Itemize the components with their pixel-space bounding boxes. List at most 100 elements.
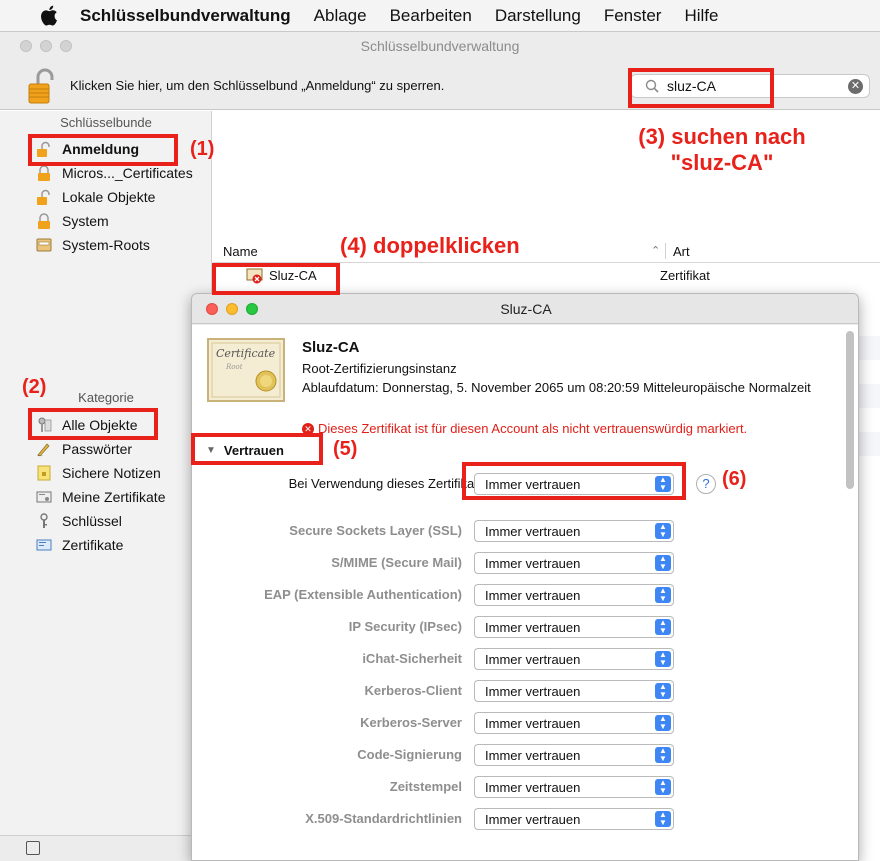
sidebar-item-label: System	[62, 213, 109, 229]
locked-padlock-icon	[36, 165, 52, 181]
lock-message[interactable]: Klicken Sie hier, um den Schlüsselbund „…	[70, 78, 444, 93]
toggle-info-button[interactable]	[26, 841, 40, 855]
policy-popup-timestamp[interactable]: Immer vertrauen ▲ ▼	[474, 776, 674, 798]
sidebar-item-label: Sichere Notizen	[62, 465, 161, 481]
trust-main-label: Bei Verwendung dieses Zertifikats:	[288, 476, 488, 491]
sidebar-item-label: System-Roots	[62, 237, 150, 253]
column-header-name[interactable]: Name	[223, 244, 258, 259]
untrusted-warning: ✕ Dieses Zertifikat ist für diesen Accou…	[302, 421, 747, 436]
policy-label-smime: S/MIME (Secure Mail)	[331, 555, 462, 570]
annotation-label-5: (5)	[333, 438, 358, 460]
annotation-box-1	[28, 134, 178, 166]
sidebar-footer	[0, 835, 212, 861]
sidebar-item-passwoerter[interactable]: … Passwörter	[36, 438, 132, 460]
annotation-label-6: (6)	[722, 468, 747, 490]
policy-popup-ichat[interactable]: Immer vertrauen ▲ ▼	[474, 648, 674, 670]
annotation-box-5	[191, 433, 323, 465]
unlocked-padlock-icon	[36, 189, 52, 205]
stepper-icon: ▲ ▼	[655, 651, 671, 667]
column-separator	[665, 243, 666, 259]
policy-popup-kerberos-client[interactable]: Immer vertrauen ▲ ▼	[474, 680, 674, 702]
untrusted-warning-text: Dieses Zertifikat ist für diesen Account…	[318, 421, 748, 436]
row-kind: Zertifikat	[660, 268, 710, 283]
menu-app[interactable]: Schlüsselbundverwaltung	[80, 6, 291, 26]
dialog-body: Certificate Root Sluz-CA Root-Zertifizie…	[192, 325, 858, 860]
svg-text:…: …	[37, 452, 43, 457]
certificate-dialog: Sluz-CA Certificate Root Sluz-CA Root-Ze…	[191, 293, 859, 861]
stepper-icon: ▲ ▼	[655, 555, 671, 571]
clear-search-icon[interactable]: ✕	[848, 79, 863, 94]
popup-value: Immer vertrauen	[485, 716, 581, 731]
sidebar-item-schluessel[interactable]: Schlüssel	[36, 510, 122, 532]
sidebar-item-label: Micros..._Certificates	[62, 165, 193, 181]
locked-padlock-icon	[36, 213, 52, 229]
sidebar-item-label: Lokale Objekte	[62, 189, 156, 205]
scrollbar[interactable]	[846, 331, 854, 489]
policy-label-ichat: iChat-Sicherheit	[362, 651, 462, 666]
sidebar-item-system-roots[interactable]: System-Roots	[36, 234, 150, 256]
sidebar-item-label: Passwörter	[62, 441, 133, 457]
menu-hilfe[interactable]: Hilfe	[684, 6, 718, 26]
popup-value: Immer vertrauen	[485, 780, 581, 795]
popup-value: Immer vertrauen	[485, 684, 581, 699]
popup-value: Immer vertrauen	[485, 748, 581, 763]
stepper-icon: ▲ ▼	[655, 587, 671, 603]
policy-label-kerberos-client: Kerberos-Client	[364, 683, 462, 698]
stepper-icon: ▲ ▼	[655, 523, 671, 539]
policy-popup-eap[interactable]: Immer vertrauen ▲ ▼	[474, 584, 674, 606]
policy-label-timestamp: Zeitstempel	[389, 779, 462, 794]
annotation-label-1: (1)	[190, 138, 215, 160]
column-header-kind[interactable]: Art	[673, 244, 690, 259]
menu-bar: Schlüsselbundverwaltung Ablage Bearbeite…	[0, 0, 880, 32]
apple-icon[interactable]	[38, 5, 60, 27]
policy-label-kerberos-server: Kerberos-Server	[360, 715, 462, 730]
policy-label-ssl: Secure Sockets Layer (SSL)	[289, 523, 462, 538]
sidebar-item-lokale-objekte[interactable]: Lokale Objekte	[36, 186, 155, 208]
sidebar-item-zertifikate[interactable]: Zertifikate	[36, 534, 123, 556]
annotation-box-3	[628, 68, 774, 108]
help-button[interactable]: ?	[696, 474, 716, 494]
certificate-name: Sluz-CA	[302, 339, 360, 356]
popup-value: Immer vertrauen	[485, 556, 581, 571]
stepper-icon: ▲ ▼	[655, 683, 671, 699]
sort-caret-icon: ⌃	[651, 245, 661, 257]
policy-popup-ssl[interactable]: Immer vertrauen ▲ ▼	[474, 520, 674, 542]
policy-popup-smime[interactable]: Immer vertrauen ▲ ▼	[474, 552, 674, 574]
certificate-type: Root-Zertifizierungsinstanz	[302, 361, 457, 376]
certificate-icon	[36, 489, 52, 505]
popup-value: Immer vertrauen	[485, 620, 581, 635]
keychains-header: Schlüsselbunde	[60, 115, 152, 130]
certificate-icon	[36, 537, 52, 553]
secure-note-icon	[36, 465, 52, 481]
unlocked-padlock-icon[interactable]	[28, 68, 58, 104]
dialog-titlebar: Sluz-CA	[192, 294, 858, 324]
policy-label-code-signing: Code-Signierung	[357, 747, 462, 762]
policy-label-eap: EAP (Extensible Authentication)	[264, 587, 462, 602]
stepper-icon: ▲ ▼	[655, 779, 671, 795]
sidebar-item-system[interactable]: System	[36, 210, 109, 232]
window-title: Schlüsselbundverwaltung	[360, 38, 520, 54]
policy-popup-code-signing[interactable]: Immer vertrauen ▲ ▼	[474, 744, 674, 766]
sidebar: Schlüsselbunde Anmeldung Micros..._Certi…	[0, 111, 212, 861]
menu-darstellung[interactable]: Darstellung	[495, 6, 581, 26]
sidebar-item-sichere-notizen[interactable]: Sichere Notizen	[36, 462, 161, 484]
svg-text:Certificate: Certificate	[216, 347, 276, 360]
policy-popup-x509[interactable]: Immer vertrauen ▲ ▼	[474, 808, 674, 830]
popup-value: Immer vertrauen	[485, 652, 581, 667]
annotation-label-3-line2: "sluz-CA"	[670, 150, 774, 175]
menu-fenster[interactable]: Fenster	[604, 6, 662, 26]
window-titlebar: Schlüsselbundverwaltung	[0, 32, 880, 60]
popup-value: Immer vertrauen	[485, 524, 581, 539]
key-icon	[36, 513, 52, 529]
menu-ablage[interactable]: Ablage	[314, 6, 367, 26]
policy-popup-ipsec[interactable]: Immer vertrauen ▲ ▼	[474, 616, 674, 638]
annotation-label-2: (2)	[22, 376, 47, 398]
annotation-label-3-line1: (3) suchen nach	[638, 124, 806, 149]
dialog-title: Sluz-CA	[500, 301, 552, 317]
stepper-icon: ▲ ▼	[655, 747, 671, 763]
popup-value: Immer vertrauen	[485, 812, 581, 827]
sidebar-item-meine-zertifikate[interactable]: Meine Zertifikate	[36, 486, 165, 508]
menu-bearbeiten[interactable]: Bearbeiten	[390, 6, 472, 26]
list-header: Name ⌃ Art	[213, 239, 880, 263]
policy-popup-kerberos-server[interactable]: Immer vertrauen ▲ ▼	[474, 712, 674, 734]
